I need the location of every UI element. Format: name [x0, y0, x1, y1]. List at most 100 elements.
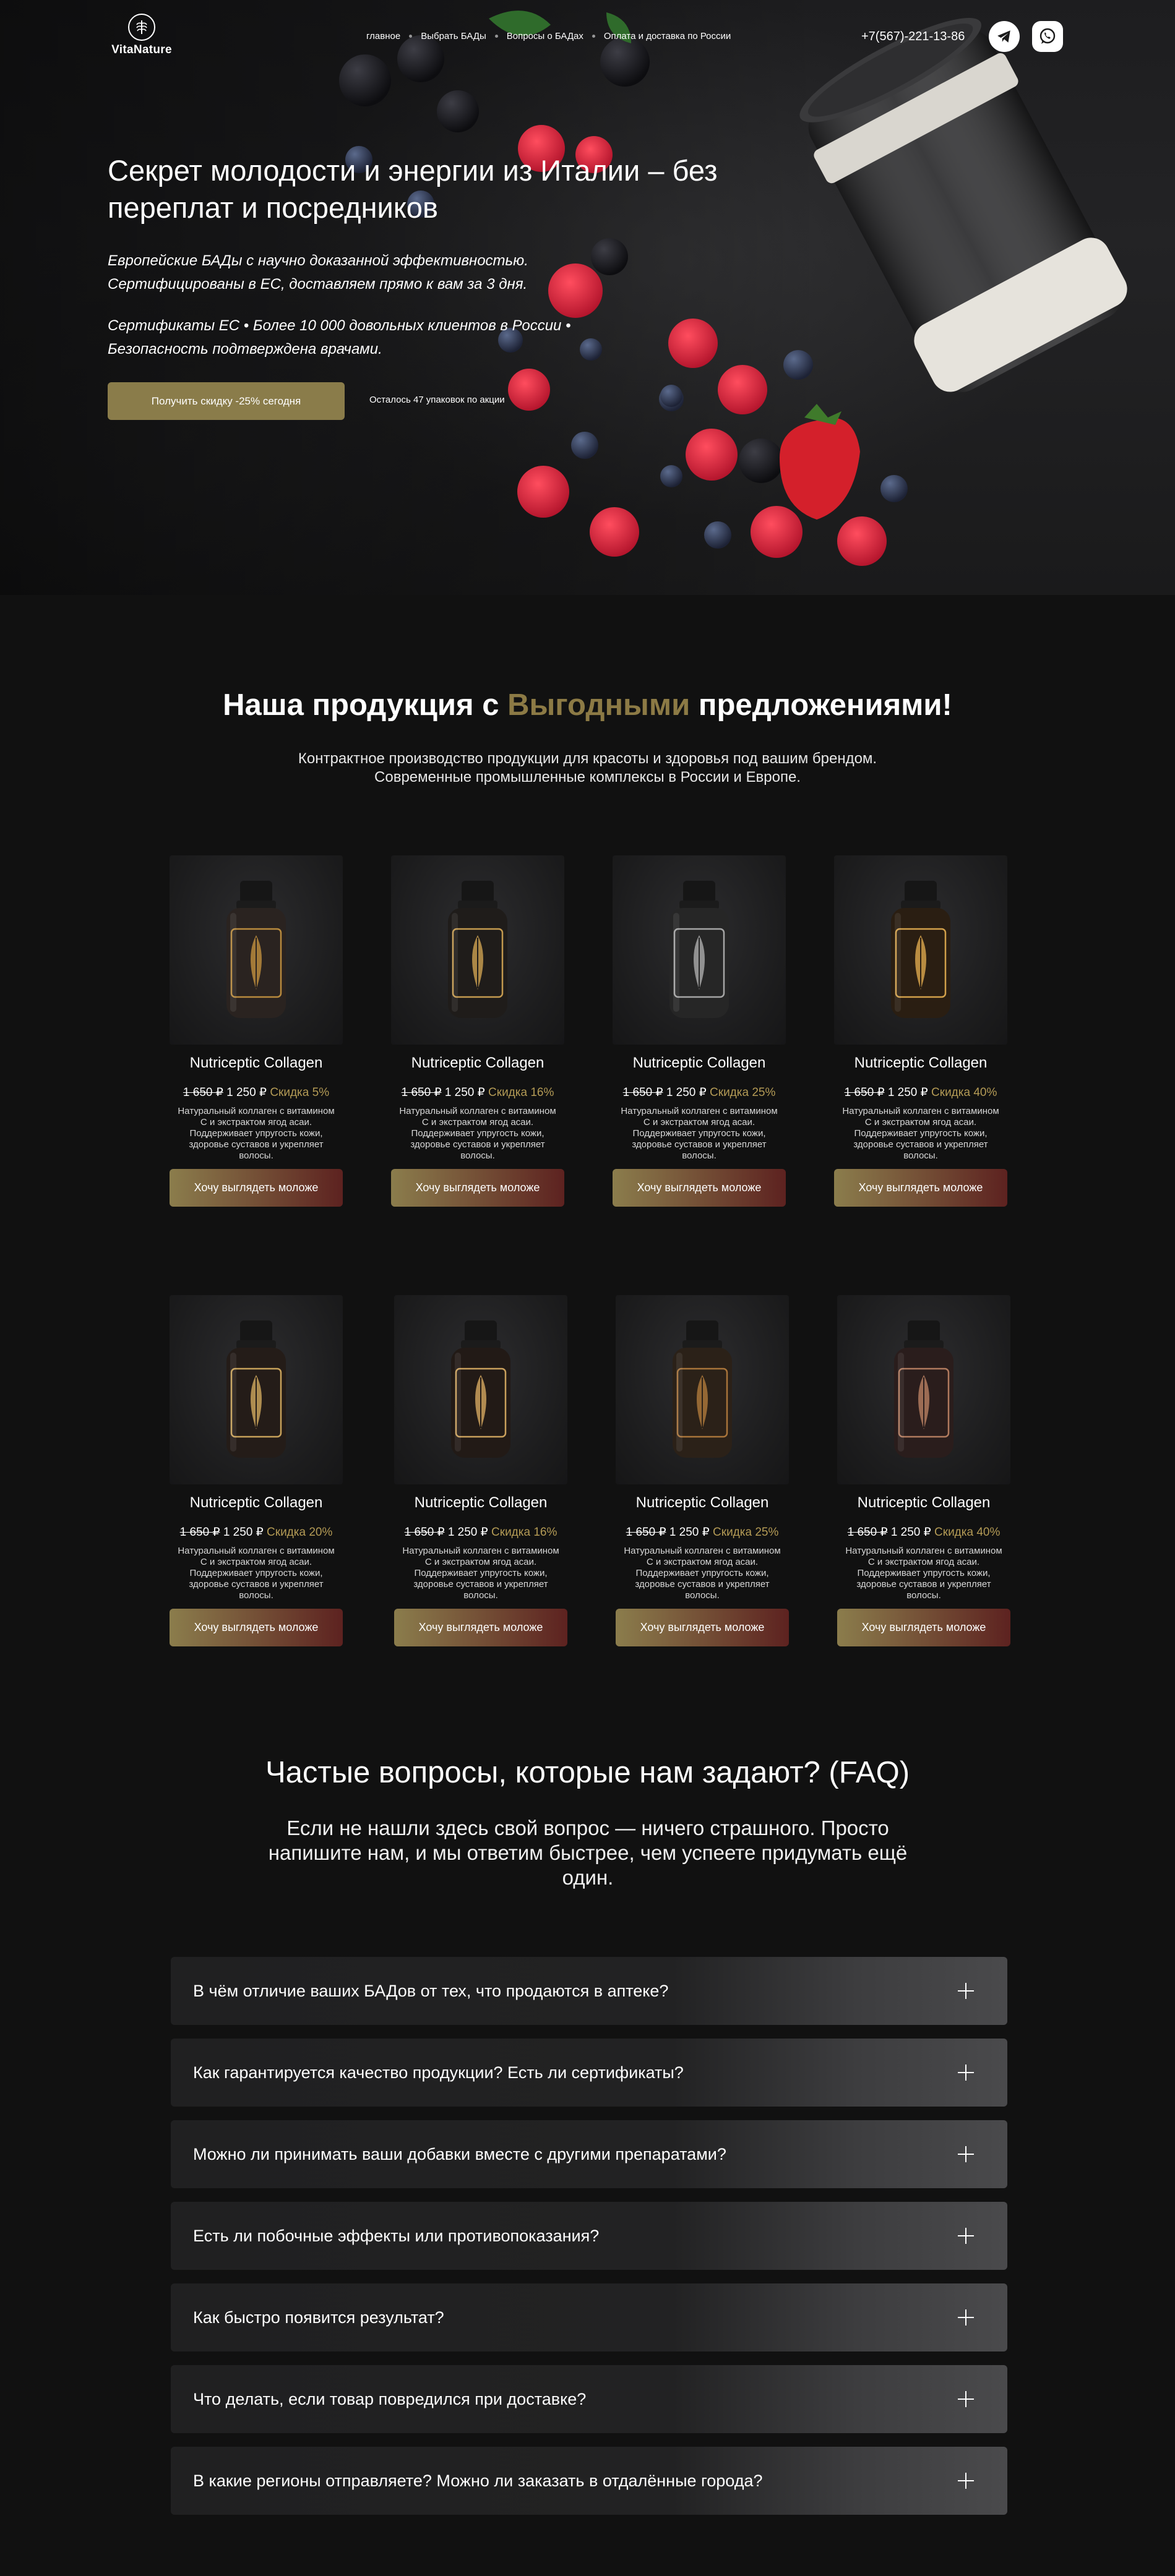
product-card: Nutriceptic Collagen 1 650 ₽ 1 250 ₽ Скид…: [391, 855, 564, 1207]
product-name: Nutriceptic Collagen: [189, 1494, 323, 1511]
buy-button[interactable]: Хочу выглядеть моложе: [837, 1609, 1010, 1646]
product-image[interactable]: [837, 1295, 1010, 1484]
vita-leaf-icon: [128, 14, 155, 41]
faq-item[interactable]: Есть ли побочные эффекты или противопока…: [171, 2202, 1007, 2270]
discount-cta-button[interactable]: Получить скидку -25% сегодня: [108, 382, 345, 420]
buy-button[interactable]: Хочу выглядеть моложе: [170, 1609, 343, 1646]
plus-icon[interactable]: [957, 2308, 975, 2327]
product-card: Nutriceptic Collagen 1 650 ₽ 1 250 ₽ Скид…: [170, 855, 343, 1207]
product-old-price: 1 650 ₽: [622, 1086, 663, 1099]
product-new-price: 1 250 ₽: [223, 1526, 264, 1539]
product-discount: Скидка 40%: [934, 1526, 1001, 1539]
product-price: 1 650 ₽ 1 250 ₽ Скидка 40%: [837, 1525, 1010, 1539]
product-card: Nutriceptic Collagen 1 650 ₽ 1 250 ₽ Скид…: [170, 1295, 343, 1646]
main-nav: главное Выбрать БАДы Вопросы о БАДах Опл…: [366, 31, 731, 41]
whatsapp-icon[interactable]: [1032, 21, 1063, 52]
product-new-price: 1 250 ₽: [226, 1086, 267, 1099]
plus-icon[interactable]: [957, 2063, 975, 2082]
product-card: Nutriceptic Collagen 1 650 ₽ 1 250 ₽ Скид…: [616, 1295, 789, 1646]
buy-button[interactable]: Хочу выглядеть моложе: [613, 1169, 786, 1207]
plus-icon[interactable]: [957, 1982, 975, 2000]
buy-button[interactable]: Хочу выглядеть моложе: [834, 1169, 1007, 1207]
plus-icon[interactable]: [957, 2227, 975, 2245]
product-price: 1 650 ₽ 1 250 ₽ Скидка 5%: [170, 1085, 343, 1100]
phone-number[interactable]: +7(567)-221-13-86: [861, 30, 965, 44]
faq-question: Есть ли побочные эффекты или противопока…: [193, 2226, 600, 2245]
product-discount: Скидка 5%: [270, 1086, 330, 1099]
product-old-price: 1 650 ₽: [179, 1526, 220, 1539]
buy-button[interactable]: Хочу выглядеть моложе: [394, 1609, 567, 1646]
faq-item[interactable]: В чём отличие ваших БАДов от тех, что пр…: [171, 1957, 1007, 2025]
faq-item[interactable]: В какие регионы отправляете? Можно ли за…: [171, 2447, 1007, 2515]
hero-content: VitaNature главное Выбрать БАДы Вопросы …: [0, 0, 1175, 595]
product-card: Nutriceptic Collagen 1 650 ₽ 1 250 ₽ Скид…: [394, 1295, 567, 1646]
product-new-price: 1 250 ₽: [444, 1086, 485, 1099]
nav-item-main[interactable]: главное: [366, 31, 400, 41]
product-old-price: 1 650 ₽: [404, 1526, 445, 1539]
product-description: Натуральный коллаген с витамином С и экс…: [399, 1106, 556, 1161]
buy-button[interactable]: Хочу выглядеть моложе: [170, 1169, 343, 1207]
product-new-price: 1 250 ₽: [447, 1526, 488, 1539]
plus-icon[interactable]: [957, 2145, 975, 2163]
product-old-price: 1 650 ₽: [401, 1086, 442, 1099]
product-description: Натуральный коллаген с витамином С и экс…: [402, 1546, 559, 1601]
products-title: Наша продукция с Выгодными предложениями…: [0, 688, 1175, 722]
product-price: 1 650 ₽ 1 250 ₽ Скидка 20%: [170, 1525, 343, 1539]
product-name: Nutriceptic Collagen: [635, 1494, 769, 1511]
plus-icon[interactable]: [957, 2471, 975, 2490]
product-discount: Скидка 16%: [491, 1526, 557, 1539]
product-description: Натуральный коллаген с витамином С и экс…: [178, 1546, 335, 1601]
faq-item[interactable]: Можно ли принимать ваши добавки вместе с…: [171, 2120, 1007, 2188]
product-description: Натуральный коллаген с витамином С и экс…: [845, 1546, 1002, 1601]
faq-question: Как быстро появится результат?: [193, 2308, 444, 2327]
product-discount: Скидка 20%: [267, 1526, 333, 1539]
product-image[interactable]: [391, 855, 564, 1045]
product-name: Nutriceptic Collagen: [854, 1055, 988, 1071]
nav-item-payment-delivery[interactable]: Оплата и доставка по России: [604, 31, 731, 41]
nav-item-choose-supplements[interactable]: Выбрать БАДы: [421, 31, 486, 41]
product-description: Натуральный коллаген с витамином С и экс…: [621, 1106, 778, 1161]
product-old-price: 1 650 ₽: [183, 1086, 223, 1099]
product-price: 1 650 ₽ 1 250 ₽ Скидка 25%: [613, 1085, 786, 1100]
product-image[interactable]: [834, 855, 1007, 1045]
products-title-end: предложениями!: [690, 688, 952, 722]
faq-item[interactable]: Как гарантируется качество продукции? Ес…: [171, 2039, 1007, 2107]
product-card: Nutriceptic Collagen 1 650 ₽ 1 250 ₽ Скид…: [613, 855, 786, 1207]
buy-button[interactable]: Хочу выглядеть моложе: [391, 1169, 564, 1207]
nav-separator: [494, 35, 498, 38]
telegram-icon[interactable]: [989, 21, 1020, 52]
faq-item[interactable]: Что делать, если товар повредился при до…: [171, 2365, 1007, 2433]
product-name: Nutriceptic Collagen: [857, 1494, 991, 1511]
product-image[interactable]: [613, 855, 786, 1045]
stock-note: Осталось 47 упаковок по акции: [369, 395, 505, 405]
buy-button[interactable]: Хочу выглядеть моложе: [616, 1609, 789, 1646]
product-discount: Скидка 25%: [713, 1526, 779, 1539]
product-name: Nutriceptic Collagen: [414, 1494, 548, 1511]
faq-item[interactable]: Как быстро появится результат?: [171, 2283, 1007, 2351]
faq-question: Можно ли принимать ваши добавки вместе с…: [193, 2144, 726, 2163]
product-new-price: 1 250 ₽: [887, 1086, 928, 1099]
product-image[interactable]: [170, 855, 343, 1045]
product-name: Nutriceptic Collagen: [411, 1055, 544, 1071]
plus-icon[interactable]: [957, 2390, 975, 2408]
product-discount: Скидка 16%: [488, 1086, 554, 1099]
product-image[interactable]: [616, 1295, 789, 1484]
product-new-price: 1 250 ₽: [666, 1086, 707, 1099]
product-description: Натуральный коллаген с витамином С и экс…: [624, 1546, 781, 1601]
product-card: Nutriceptic Collagen 1 650 ₽ 1 250 ₽ Скид…: [837, 1295, 1010, 1646]
hero-trust-line: Сертификаты ЕС • Более 10 000 довольных …: [108, 317, 571, 357]
hero-subtitle: Европейские БАДы с научно доказанной эфф…: [108, 252, 528, 293]
brand-name: VitaNature: [111, 43, 172, 56]
product-old-price: 1 650 ₽: [626, 1526, 666, 1539]
nav-item-faq[interactable]: Вопросы о БАДах: [507, 31, 583, 41]
product-discount: Скидка 25%: [710, 1086, 776, 1099]
faq-question: В чём отличие ваших БАДов от тех, что пр…: [193, 1981, 669, 2000]
products-description: Контрактное производство продукции для к…: [0, 750, 1175, 787]
product-name: Nutriceptic Collagen: [632, 1055, 766, 1071]
logo[interactable]: VitaNature: [108, 14, 176, 57]
product-price: 1 650 ₽ 1 250 ₽ Скидка 25%: [616, 1525, 789, 1539]
product-new-price: 1 250 ₽: [669, 1526, 710, 1539]
product-image[interactable]: [170, 1295, 343, 1484]
product-image[interactable]: [394, 1295, 567, 1484]
product-description: Натуральный коллаген с витамином С и экс…: [842, 1106, 999, 1161]
